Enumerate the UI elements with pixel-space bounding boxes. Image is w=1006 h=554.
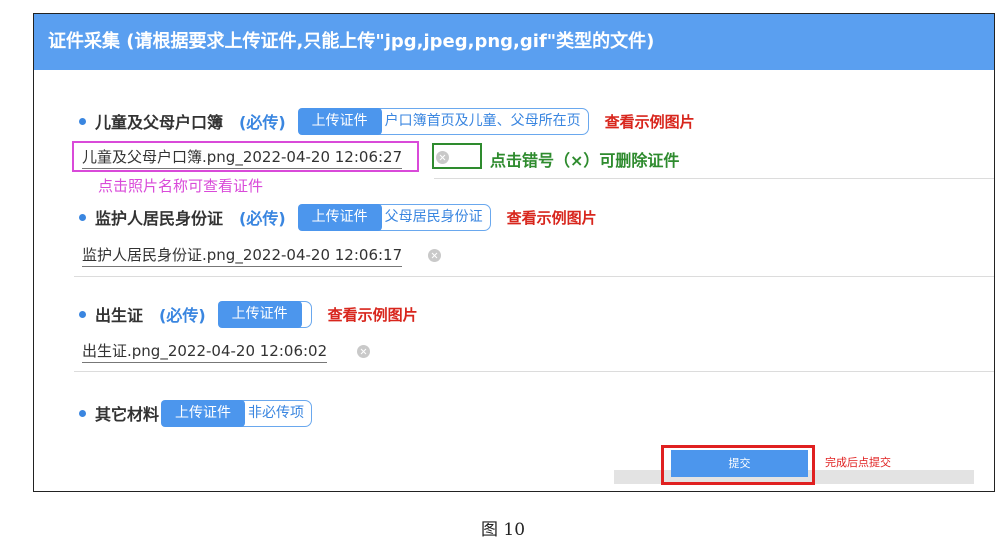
section-guardian-id: 监护人居民身份证 (必传) 上传证件 父母居民身份证 查看示例图片 xyxy=(79,202,597,232)
delete-icon[interactable] xyxy=(357,344,371,358)
view-example-link[interactable]: 查看示例图片 xyxy=(328,304,418,325)
annotation-submit-hint: 完成后点提交 xyxy=(825,456,891,469)
uploaded-file-row: 出生证.png_2022-04-20 12:06:02 xyxy=(82,337,371,365)
section-divider xyxy=(74,371,994,372)
annotation-delete-box xyxy=(432,143,482,169)
upload-button[interactable]: 上传证件 xyxy=(297,203,382,231)
view-example-link[interactable]: 查看示例图片 xyxy=(507,207,597,228)
upload-hint: 父母居民身份证 xyxy=(374,203,491,231)
bullet-dot xyxy=(79,409,86,417)
section-title: 监护人居民身份证 xyxy=(95,209,224,228)
section-other-materials: 其它材料 上传证件 非必传项 xyxy=(79,398,313,428)
bullet-dot xyxy=(79,213,86,221)
upload-hint: 户口簿首页及儿童、父母所在页 xyxy=(374,107,589,135)
required-label: (必传) xyxy=(159,306,206,325)
section-household-register: 儿童及父母户口簿 (必传) 上传证件 户口簿首页及儿童、父母所在页 查看示例图片 xyxy=(79,106,695,136)
upload-button[interactable]: 上传证件 xyxy=(217,300,302,328)
required-label: (必传) xyxy=(239,209,286,228)
upload-button[interactable]: 上传证件 xyxy=(297,107,382,135)
annotation-delete-hint: 点击错号（×）可删除证件 xyxy=(490,151,680,170)
section-title: 儿童及父母户口簿 xyxy=(95,113,224,132)
annotation-file-box xyxy=(72,141,419,172)
view-example-link[interactable]: 查看示例图片 xyxy=(605,111,695,132)
uploaded-file-link[interactable]: 出生证.png_2022-04-20 12:06:02 xyxy=(82,340,328,363)
section-birth-certificate: 出生证 (必传) 上传证件 查看示例图片 xyxy=(79,299,418,329)
section-divider xyxy=(74,276,994,277)
form-header: 证件采集 (请根据要求上传证件,只能上传"jpg,jpeg,png,gif"类型… xyxy=(34,14,994,70)
annotation-view-hint: 点击照片名称可查看证件 xyxy=(98,177,264,195)
required-label: (必传) xyxy=(239,113,286,132)
bullet-dot xyxy=(79,310,86,318)
uploaded-file-link[interactable]: 监护人居民身份证.png_2022-04-20 12:06:17 xyxy=(82,244,403,267)
upload-button[interactable]: 上传证件 xyxy=(161,399,246,427)
bullet-dot xyxy=(79,117,86,125)
section-title: 出生证 xyxy=(95,306,144,325)
section-title: 其它材料 xyxy=(95,405,160,424)
section-divider xyxy=(434,178,994,179)
uploaded-file-row: 监护人居民身份证.png_2022-04-20 12:06:17 xyxy=(82,241,442,269)
delete-icon[interactable] xyxy=(428,248,442,262)
credential-form: 证件采集 (请根据要求上传证件,只能上传"jpg,jpeg,png,gif"类型… xyxy=(33,13,995,492)
figure-caption: 图 10 xyxy=(480,520,526,540)
annotation-submit-box xyxy=(661,445,815,485)
upload-hint: 非必传项 xyxy=(238,399,313,427)
